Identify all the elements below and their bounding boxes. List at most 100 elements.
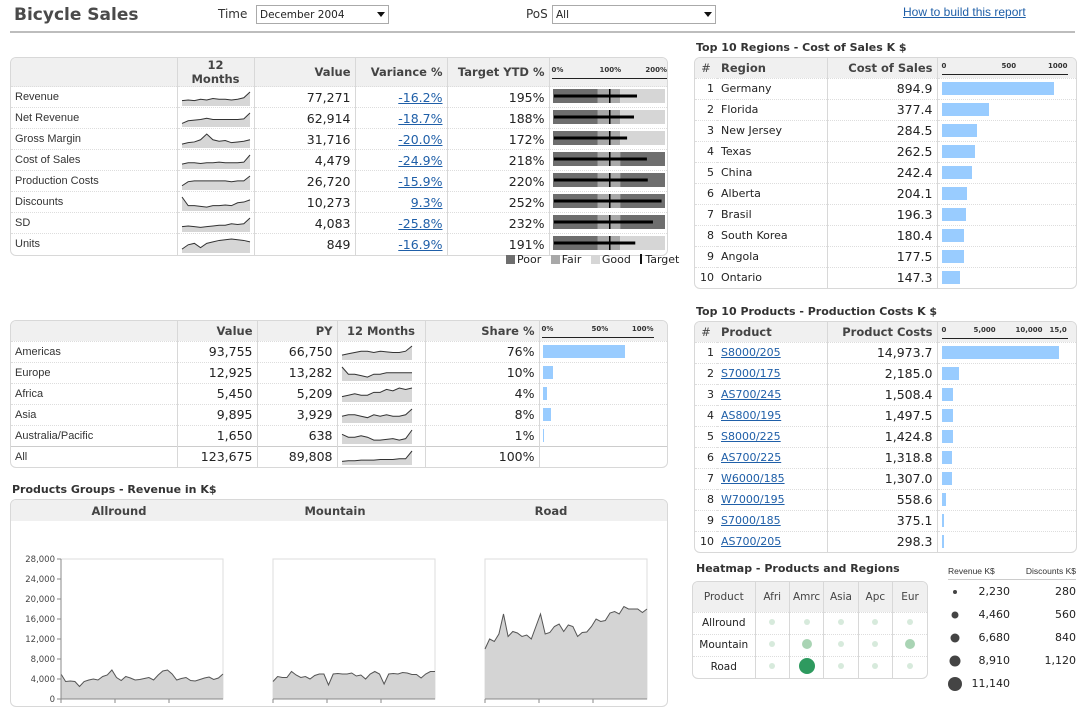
top-value: 204.1: [827, 182, 938, 204]
top-value: 180.4: [827, 224, 938, 246]
product-groups-title: Products Groups - Revenue in K$: [12, 483, 217, 496]
heatmap-row-label: Allround: [693, 611, 756, 634]
scale-tick: 100%: [631, 324, 654, 333]
variance-link[interactable]: 9.3%: [411, 195, 443, 210]
heatmap-cell[interactable]: [789, 655, 825, 678]
sparkline: [181, 132, 250, 148]
heatmap-cell[interactable]: [823, 655, 859, 678]
name-cell: Florida: [717, 98, 828, 120]
regions-bar-scale: 0 500 1000: [937, 58, 1076, 78]
product-cost-header: Product Costs: [827, 322, 938, 342]
rank: 7: [695, 203, 717, 225]
product-link[interactable]: AS700/225: [721, 451, 781, 464]
kpi-header-12months: 12 Months: [177, 58, 255, 87]
kpi-label: Discounts: [11, 191, 178, 213]
page-title: Bicycle Sales: [14, 5, 139, 25]
variance-link[interactable]: -24.9%: [398, 153, 442, 168]
bar-cell: [937, 245, 1076, 267]
region-name: South Korea: [721, 229, 788, 242]
variance-link[interactable]: -16.2%: [398, 90, 442, 105]
region-value: 123,675: [177, 445, 258, 467]
product-link[interactable]: AS800/195: [721, 409, 781, 422]
product-link[interactable]: AS700/205: [721, 535, 781, 548]
heatmap-row-label: Mountain: [693, 633, 756, 656]
chevron-down-icon: [377, 12, 385, 17]
heatmap-bubble: [907, 662, 914, 669]
name-cell: Ontario: [717, 266, 828, 288]
bullet-value-bar: [553, 136, 627, 139]
region-py: 638: [257, 424, 338, 446]
bullet-chart: [552, 172, 665, 187]
kpi-target: 232%: [447, 212, 550, 234]
kpi-label: Units: [11, 233, 178, 255]
pos-select[interactable]: All: [552, 5, 716, 24]
variance-link[interactable]: -16.9%: [398, 237, 442, 252]
variance-link[interactable]: -20.0%: [398, 132, 442, 147]
product-link[interactable]: AS700/245: [721, 388, 781, 401]
heatmap-cell[interactable]: [858, 655, 894, 678]
variance-link[interactable]: -25.8%: [398, 216, 442, 231]
share-bar-cell: [539, 403, 667, 425]
heatmap-bubble: [798, 657, 815, 674]
heatmap-cell[interactable]: [823, 633, 859, 656]
bullet-cell: [549, 128, 667, 150]
product-groups-panel: Allround Mountain Road 20022003200404,00…: [10, 499, 668, 707]
heatmap-bubble: [837, 640, 844, 647]
heatmap-cell[interactable]: [823, 611, 859, 634]
kpi-spark-cell: [177, 128, 255, 150]
name-cell: China: [717, 161, 828, 183]
top-value: 177.5: [827, 245, 938, 267]
heatmap-cell[interactable]: [892, 611, 927, 634]
heatmap-cell[interactable]: [892, 655, 927, 678]
help-link[interactable]: How to build this report: [903, 5, 1026, 19]
bullet-target-marker: [608, 130, 610, 145]
name-cell: S7000/175: [717, 362, 828, 384]
product-link[interactable]: S7000/175: [721, 367, 781, 380]
value-bar: [941, 166, 973, 179]
variance-link[interactable]: -18.7%: [398, 111, 442, 126]
region-name: Brasil: [721, 208, 752, 221]
rank: 4: [695, 404, 717, 426]
product-link[interactable]: S8000/205: [721, 346, 781, 359]
time-select[interactable]: December 2004: [256, 5, 389, 24]
product-link[interactable]: W6000/185: [721, 472, 785, 485]
heatmap-cell[interactable]: [755, 633, 790, 656]
heatmap-cell[interactable]: [858, 611, 894, 634]
bullet-cell: [549, 149, 667, 171]
variance-link[interactable]: -15.9%: [398, 174, 442, 189]
kpi-spark-cell: [177, 233, 255, 255]
region-py: 13,282: [257, 361, 338, 383]
heatmap-cell[interactable]: [789, 611, 825, 634]
value-bar: [941, 208, 967, 221]
kpi-header-variance: Variance %: [355, 58, 448, 87]
legend-dot: [949, 655, 961, 666]
legend-target: Target: [645, 253, 680, 266]
product-link[interactable]: S8000/225: [721, 430, 781, 443]
kpi-label: Net Revenue: [11, 107, 178, 129]
heatmap-cell[interactable]: [755, 655, 790, 678]
heatmap-cell[interactable]: [892, 633, 927, 656]
heatmap-cell[interactable]: [755, 611, 790, 634]
value-bar: [941, 103, 990, 116]
bullet-value-bar: [553, 94, 637, 97]
heatmap-legend: Revenue K$ Discounts K$ 2,230 280 4,460 …: [948, 566, 1076, 695]
heatmap-bubble: [801, 638, 812, 649]
bullet-value-bar: [553, 241, 635, 245]
heatmap-cell[interactable]: [858, 633, 894, 656]
kpi-variance-cell: -15.9%: [355, 170, 448, 192]
product-link[interactable]: S7000/185: [721, 514, 781, 527]
top-regions-table: # Region Cost of Sales 0 500 1000 1 German…: [694, 57, 1077, 289]
kpi-row: Net Revenue 62,914 -18.7% 188%: [11, 107, 667, 129]
heatmap-col-header: Apc: [858, 582, 894, 612]
name-cell: W7000/195: [717, 488, 828, 510]
bar-cell: [937, 404, 1076, 426]
region-label: Australia/Pacific: [11, 424, 178, 446]
bar-cell: [937, 488, 1076, 510]
product-link[interactable]: W7000/195: [721, 493, 785, 506]
time-label: Time: [218, 7, 248, 21]
rank-header: #: [695, 58, 717, 78]
heatmap-cell[interactable]: [789, 633, 825, 656]
scale-tick: 5,000: [973, 325, 996, 334]
chevron-down-icon: [704, 12, 712, 17]
region-py: 66,750: [257, 340, 338, 362]
